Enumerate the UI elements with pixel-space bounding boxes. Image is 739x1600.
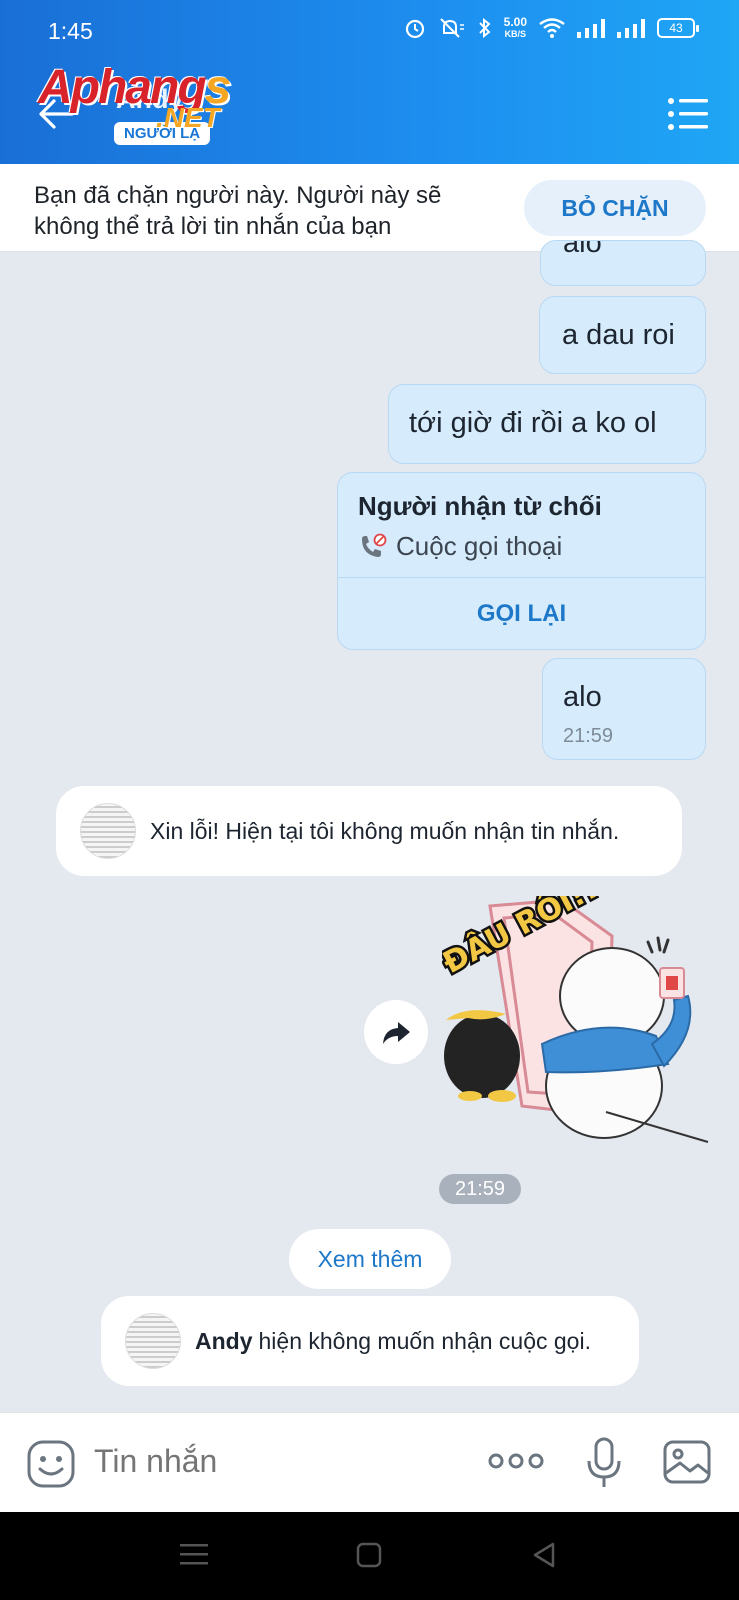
call-type: Cuộc gọi thoại [358, 531, 562, 562]
blocked-banner-text: Bạn đã chặn người này. Người này sẽ khôn… [34, 182, 442, 240]
message-text: a dau roi [562, 319, 675, 351]
sticker-doorbell-button [666, 976, 678, 990]
message-text: alo [563, 681, 602, 713]
message-input-bar [0, 1412, 739, 1512]
mute-icon [439, 18, 464, 38]
message-text: alo [563, 240, 602, 259]
auto-reply-message: Xin lỗi! Hiện tại tôi không muốn nhận ti… [56, 786, 682, 876]
message-input[interactable] [94, 1443, 434, 1480]
mic-icon[interactable] [586, 1437, 622, 1489]
redial-button[interactable]: GỌI LẠI [338, 577, 705, 651]
unblock-button[interactable]: BỎ CHẶN [524, 180, 706, 236]
nav-back-icon[interactable] [532, 1542, 556, 1568]
blocked-banner: Bạn đã chặn người này. Người này sẽ khôn… [0, 164, 739, 252]
call-status-title: Người nhận từ chối [358, 491, 602, 521]
bluetooth-icon [478, 17, 491, 39]
call-restriction-message: Andy hiện không muốn nhận cuộc gọi. [101, 1296, 639, 1386]
chat-timestamp: 21:59 [439, 1174, 521, 1204]
chat-header: Andy NGƯỜI LẠ Aphangs .NET [0, 61, 739, 164]
sticker-sparkles [646, 936, 670, 954]
alarm-icon [405, 19, 424, 39]
sticker-penguin [444, 1014, 520, 1098]
sticker-penguin-foot [458, 1091, 482, 1101]
sticker-image[interactable]: ĐÂU RỒI!! [442, 896, 710, 1168]
menu-icon[interactable] [667, 96, 709, 132]
system-nav-bar [0, 1512, 739, 1600]
signal-icon [577, 19, 605, 38]
watermark-net: .NET [156, 102, 220, 133]
status-icons: 5.00 KB/S 43 [404, 15, 699, 40]
see-more-button[interactable]: Xem thêm [289, 1229, 451, 1289]
status-bar: 1:45 5.00 KB/S 43 [0, 0, 739, 66]
signal-icon [617, 19, 645, 38]
message-bubble[interactable]: alo 21:59 [542, 658, 706, 760]
network-speed: 5.00 KB/S [503, 15, 527, 39]
forward-button[interactable] [364, 1000, 428, 1064]
call-declined-icon [362, 533, 387, 557]
status-time: 1:45 [48, 18, 93, 44]
emoji-icon[interactable] [26, 1439, 76, 1489]
nav-home-icon[interactable] [356, 1542, 382, 1568]
message-bubble[interactable]: alo [540, 240, 706, 286]
forward-icon [383, 1022, 410, 1044]
contact-name-inline: Andy [195, 1327, 253, 1354]
battery-icon: 43 [657, 18, 699, 38]
message-time: 21:59 [563, 725, 614, 747]
more-icon[interactable] [488, 1451, 544, 1471]
sticker-penguin-foot [488, 1090, 516, 1102]
avatar[interactable] [125, 1313, 181, 1369]
message-bubble[interactable]: tới giờ đi rồi a ko ol [388, 384, 706, 464]
nav-menu-icon[interactable] [180, 1542, 208, 1566]
call-log-card[interactable]: Người nhận từ chối Cuộc gọi thoại GỌI LẠ… [337, 472, 706, 650]
image-icon[interactable] [662, 1439, 712, 1485]
message-bubble[interactable]: a dau roi [539, 296, 706, 374]
wifi-icon [539, 18, 565, 38]
avatar[interactable] [80, 803, 136, 859]
message-text: tới giờ đi rồi a ko ol [409, 407, 657, 439]
